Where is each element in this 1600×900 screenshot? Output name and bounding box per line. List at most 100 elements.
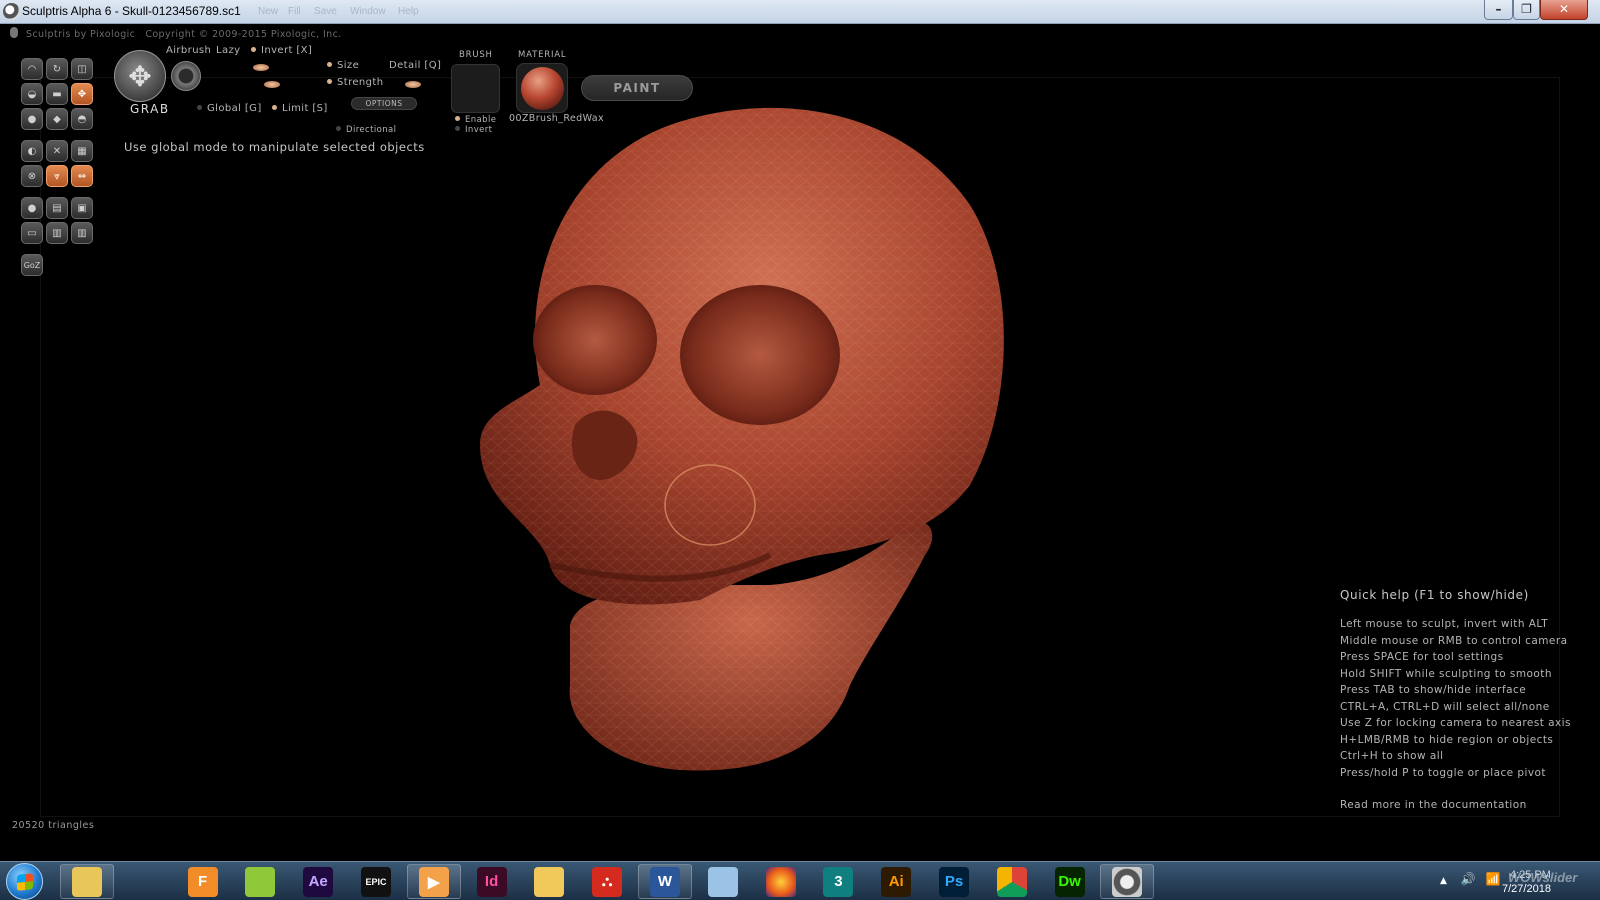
taskbar-app-button[interactable] [754,864,808,899]
pictures-icon [707,866,738,897]
quick-help-line: Press TAB to show/hide interface [1340,684,1527,696]
maximize-icon: ❐ [1521,2,1532,16]
crease-tool-button[interactable]: ◠ [21,58,43,80]
smooth-tool-button[interactable]: ◓ [71,108,93,130]
taskbar-app-button[interactable] [60,864,114,899]
after-effects-icon: Ae [303,866,334,897]
taskbar-app-button[interactable]: Ai [869,864,923,899]
tool-size-wheel[interactable]: ✥ [114,50,166,102]
global-toggle[interactable]: Global [G] [197,103,262,114]
minimize-button[interactable]: – [1484,0,1513,20]
new-plane-button[interactable]: ▭ [21,222,43,244]
move-arrows-icon: ✥ [128,59,152,93]
goz-button[interactable]: GoZ [21,254,43,276]
directional-dot-icon [336,126,341,131]
quick-help-line: Press SPACE for tool settings [1340,651,1504,663]
wireframe-button[interactable]: ▦ [71,140,93,162]
taskbar-app-button[interactable] [522,864,576,899]
invert-toggle[interactable]: Invert [X] [251,45,312,56]
flatten-icon: ▬ [52,88,62,100]
taskbar-app-button[interactable]: ⛬ [580,864,634,899]
quick-help-line: H+LMB/RMB to hide region or objects [1340,733,1554,746]
taskbar-app-button[interactable]: 3 [811,864,865,899]
windows-logo-icon [17,873,33,891]
taskbar: F Ae EPIC ▶ Id ⛬ W 3 Ai Ps Dw ▲ 🔊 📶 WOWslider 4:25… [0,861,1600,900]
save-as-button[interactable]: ▥ [71,222,93,244]
detail-knob[interactable] [405,81,421,88]
inflate-tool-button[interactable]: ● [21,108,43,130]
taskbar-app-button[interactable]: Ps [927,864,981,899]
options-button[interactable]: OPTIONS [351,97,417,110]
save-button[interactable]: ▥ [46,222,68,244]
taskbar-app-button[interactable]: Id [465,864,519,899]
flatten-tool-button[interactable]: ▬ [46,83,68,105]
draw-tool-button[interactable]: ◒ [21,83,43,105]
network-icon[interactable]: 📶 [1486,872,1501,886]
mirror-button[interactable]: ⇔ [71,165,93,187]
rotate-tool-button[interactable]: ↻ [46,58,68,80]
directional-toggle[interactable]: Directional [336,125,396,135]
subdivide-button[interactable]: ⊗ [21,165,43,187]
taskbar-app-button[interactable] [985,864,1039,899]
taskbar-app-button[interactable]: ▶ [406,864,461,899]
taskbar-app-button[interactable]: W [638,864,692,899]
window-title-bar: Sculptris Alpha 6 - Skull-0123456789.sc1… [0,0,1600,24]
word-icon: W [650,866,680,897]
taskbar-app-button[interactable]: EPIC [349,864,403,899]
taskbar-app-button[interactable]: Ae [291,864,345,899]
illustrator-icon: Ai [881,866,912,897]
limit-label: Limit [S] [282,103,328,114]
credit-line: Sculptris by Pixologic Copyright © 2009-2… [10,27,342,40]
pinch-tool-button[interactable]: ◆ [46,108,68,130]
lazy-toggle[interactable]: Lazy [216,45,240,56]
export-obj-button[interactable]: ▣ [71,197,93,219]
quick-help-line: Ctrl+H to show all [1340,750,1444,762]
taskbar-app-button[interactable]: F [176,864,230,899]
open-button[interactable]: ▤ [46,197,68,219]
maximize-button[interactable]: ❐ [1513,0,1540,20]
taskbar-app-button[interactable] [1100,864,1155,899]
close-button[interactable]: ✕ [1540,0,1588,20]
obj-icon: ▣ [77,202,87,214]
sculptris-app-icon[interactable] [3,3,20,20]
ghost-menu-new: New [258,6,279,17]
airbrush-toggle[interactable]: Airbrush [166,45,211,56]
quick-help-line: Press/hold P to toggle or place pivot [1340,766,1546,779]
invert-dot-icon [251,47,256,52]
window-title: Sculptris Alpha 6 - Skull-0123456789.sc1 [22,4,241,18]
mask-button[interactable]: ✕ [46,140,68,162]
rotate-icon: ↻ [52,63,62,75]
file-explorer-icon [72,866,102,897]
folder-icon [534,866,565,897]
3d-builder-icon [130,867,160,897]
wireframe-toggle-button[interactable]: ⩔ [46,165,68,187]
symmetry-button[interactable]: ◐ [21,140,43,162]
documentation-link[interactable]: Read more in the documentation [1340,799,1590,811]
taskbar-app-button[interactable] [696,864,750,899]
dreamweaver-icon: Dw [1054,866,1085,897]
inflate-icon: ● [27,113,37,125]
show-hidden-icons-icon[interactable]: ▲ [1440,876,1447,886]
new-sphere-button[interactable]: ● [21,197,43,219]
brush-invert-dot-icon [455,126,460,131]
limit-dot-icon [272,105,277,110]
airbrush-knob[interactable] [253,64,269,71]
scale-tool-button[interactable]: ◫ [71,58,93,80]
start-button[interactable] [6,863,43,900]
ghost-menu-save: Save [314,6,337,17]
global-dot-icon [197,105,202,110]
taskbar-app-button[interactable] [233,864,287,899]
taskbar-app-button[interactable]: Dw [1043,864,1097,899]
clock[interactable]: 4:25 PM 7/27/2018 [1502,868,1551,896]
grab-tool-button[interactable]: ✥ [71,83,93,105]
lazy-knob[interactable] [264,81,280,88]
taskbar-app-button[interactable] [118,864,172,899]
goz-label: GoZ [23,260,41,270]
skull-model[interactable] [470,85,1030,785]
strength-option[interactable]: Strength [327,77,383,88]
strength-wheel[interactable] [171,61,201,91]
volume-icon[interactable]: 🔊 [1461,872,1476,886]
clock-time: 4:25 PM [1509,869,1551,881]
size-option[interactable]: Size [327,60,359,71]
limit-toggle[interactable]: Limit [S] [272,103,328,114]
